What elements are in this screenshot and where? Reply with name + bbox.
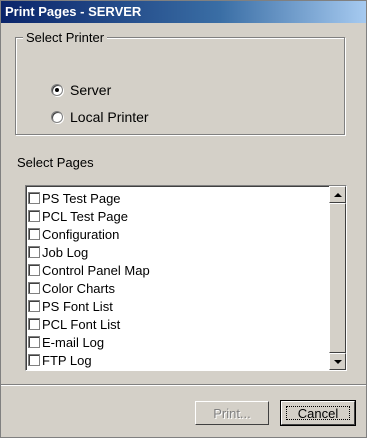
checkbox[interactable] — [28, 336, 40, 348]
radio-server[interactable]: Server — [51, 81, 111, 99]
focus-rect — [286, 406, 350, 420]
checkbox[interactable] — [28, 228, 40, 240]
list-item-label: PS Test Page — [42, 190, 121, 206]
select-printer-legend: Select Printer — [23, 30, 108, 45]
radio-button[interactable] — [51, 111, 63, 123]
arrow-up-icon — [333, 192, 342, 197]
checkbox[interactable] — [28, 282, 40, 294]
list-item[interactable]: Job Log — [28, 243, 150, 261]
scroll-thumb[interactable] — [329, 203, 346, 353]
radio-server-label: Server — [70, 82, 112, 98]
checkbox[interactable] — [28, 354, 40, 366]
radio-local-printer[interactable]: Local Printer — [51, 108, 149, 126]
window-title: Print Pages - SERVER — [1, 1, 366, 23]
radio-local-printer-label: Local Printer — [70, 109, 149, 125]
cancel-button[interactable]: Cancel — [280, 400, 356, 426]
scroll-up-button[interactable] — [329, 186, 346, 203]
select-pages-label: Select Pages — [17, 155, 94, 170]
list-item-label: Configuration — [42, 226, 120, 242]
list-item[interactable]: Color Charts — [28, 279, 150, 297]
vertical-scrollbar[interactable] — [329, 186, 346, 370]
list-item-label: PCL Test Page — [42, 208, 128, 224]
list-item[interactable]: PCL Test Page — [28, 207, 150, 225]
list-item-label: Job Log — [42, 244, 89, 260]
list-item[interactable]: PS Font List — [28, 297, 150, 315]
list-item-label: PS Font List — [42, 298, 113, 314]
list-item[interactable]: E-mail Log — [28, 333, 150, 351]
list-item[interactable]: FTP Log — [28, 351, 150, 369]
separator — [1, 384, 366, 386]
checkbox[interactable] — [28, 246, 40, 258]
print-button[interactable]: Print... — [195, 401, 269, 425]
scroll-down-button[interactable] — [329, 353, 346, 370]
list-item[interactable]: Control Panel Map — [28, 261, 150, 279]
checkbox[interactable] — [28, 210, 40, 222]
list-item[interactable]: PS Test Page — [28, 189, 150, 207]
pages-listbox[interactable]: PS Test Page PCL Test Page Configuration… — [25, 185, 347, 371]
checkbox[interactable] — [28, 264, 40, 276]
checkbox[interactable] — [28, 318, 40, 330]
list-item[interactable]: PCL Font List — [28, 315, 150, 333]
list-item-label: Color Charts — [42, 280, 115, 296]
checkbox[interactable] — [28, 300, 40, 312]
arrow-down-icon — [333, 359, 342, 364]
list-item-label: Control Panel Map — [42, 262, 150, 278]
list-item-label: E-mail Log — [42, 334, 105, 350]
list-item-label: PCL Font List — [42, 316, 121, 332]
radio-button-checked[interactable] — [51, 84, 63, 96]
list-item-label: FTP Log — [42, 352, 92, 368]
checkbox[interactable] — [28, 192, 40, 204]
list-item[interactable]: Configuration — [28, 225, 150, 243]
print-pages-dialog: Print Pages - SERVER Select Printer Serv… — [0, 0, 367, 438]
